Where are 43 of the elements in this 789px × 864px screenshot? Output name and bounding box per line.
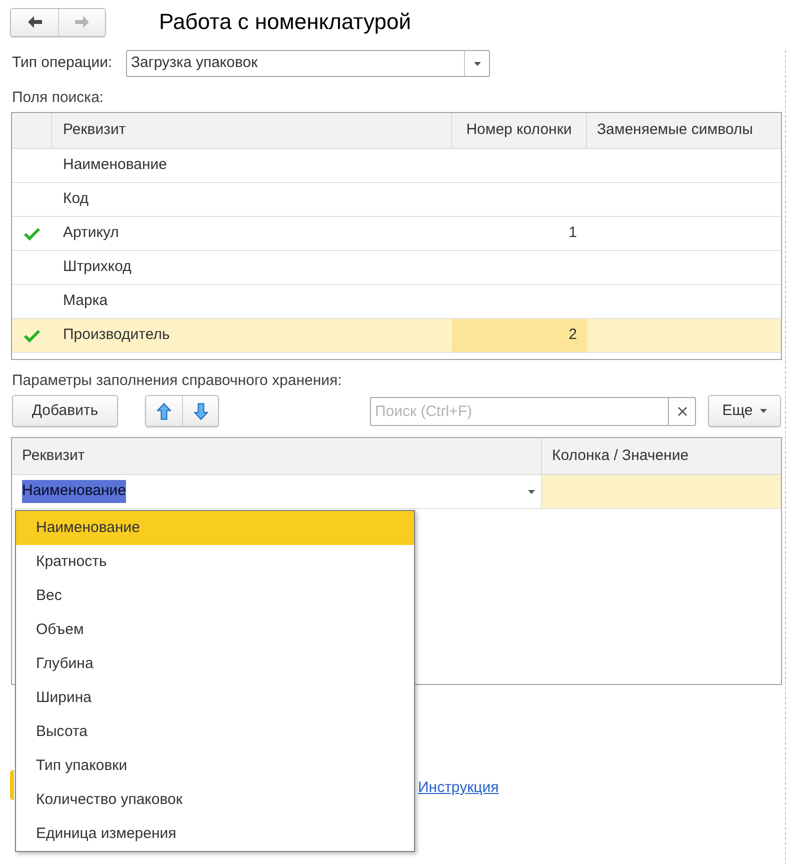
- table-cell-text: Производитель: [63, 325, 170, 346]
- dropdown-item[interactable]: Наименование: [16, 511, 414, 545]
- back-button[interactable]: [11, 8, 58, 36]
- search-field[interactable]: Поиск (Ctrl+F): [370, 396, 669, 426]
- dropdown-item[interactable]: Тип упаковки: [16, 749, 414, 783]
- up-arrow-icon: [157, 402, 171, 420]
- more-button[interactable]: Еще: [708, 395, 781, 427]
- table-cell-text: 2: [568, 325, 577, 346]
- window-title: Работа с номенклатурой: [159, 8, 412, 36]
- section-label: Поля поиска:: [12, 89, 104, 106]
- close-icon: [678, 406, 686, 416]
- clear-button[interactable]: [669, 396, 696, 426]
- instruction-link[interactable]: Инструкция: [418, 778, 499, 798]
- caret-icon: [528, 490, 534, 494]
- dropdown-item[interactable]: Кратность: [16, 545, 414, 579]
- field-label: Тип операции:: [12, 53, 114, 74]
- column-header: Реквизит: [52, 113, 452, 148]
- table-cell[interactable]: [542, 475, 781, 508]
- table-row[interactable]: Производитель 2: [12, 319, 781, 353]
- dropdown-item[interactable]: Высота: [16, 715, 414, 749]
- dropdown-item[interactable]: Глубина: [16, 647, 414, 681]
- column-header: Номер колонки: [452, 113, 587, 148]
- dropdown-item[interactable]: Объем: [16, 613, 414, 647]
- table-cell-text: Артикул: [63, 223, 119, 244]
- down-arrow-icon: [194, 402, 208, 420]
- add-button[interactable]: Добавить: [12, 395, 118, 427]
- column-header: Реквизит: [12, 438, 542, 474]
- cell-editor[interactable]: Наименование: [22, 480, 126, 503]
- column-header: Колонка / Значение: [551, 446, 690, 466]
- section-label: Параметры заполнения справочного хранения:: [12, 372, 342, 389]
- table-cell-text: Наименование: [63, 155, 167, 176]
- table-cell-text: Штрихкод: [63, 257, 132, 278]
- dropdown-item[interactable]: Единица измерения: [16, 817, 414, 851]
- table-cell-text: Код: [63, 189, 89, 210]
- table-cell-text: Марка: [63, 291, 108, 312]
- operation-type-field[interactable]: Загрузка упаковок: [126, 50, 490, 77]
- dropdown-item[interactable]: Вес: [16, 579, 414, 613]
- caret-icon: [474, 62, 480, 66]
- table-cell-text: 1: [568, 223, 577, 244]
- caret-icon: [760, 409, 767, 413]
- column-header: Заменяемые символы: [596, 120, 754, 140]
- dropdown-item[interactable]: Ширина: [16, 681, 414, 715]
- dropdown-item[interactable]: Количество упаковок: [16, 783, 414, 817]
